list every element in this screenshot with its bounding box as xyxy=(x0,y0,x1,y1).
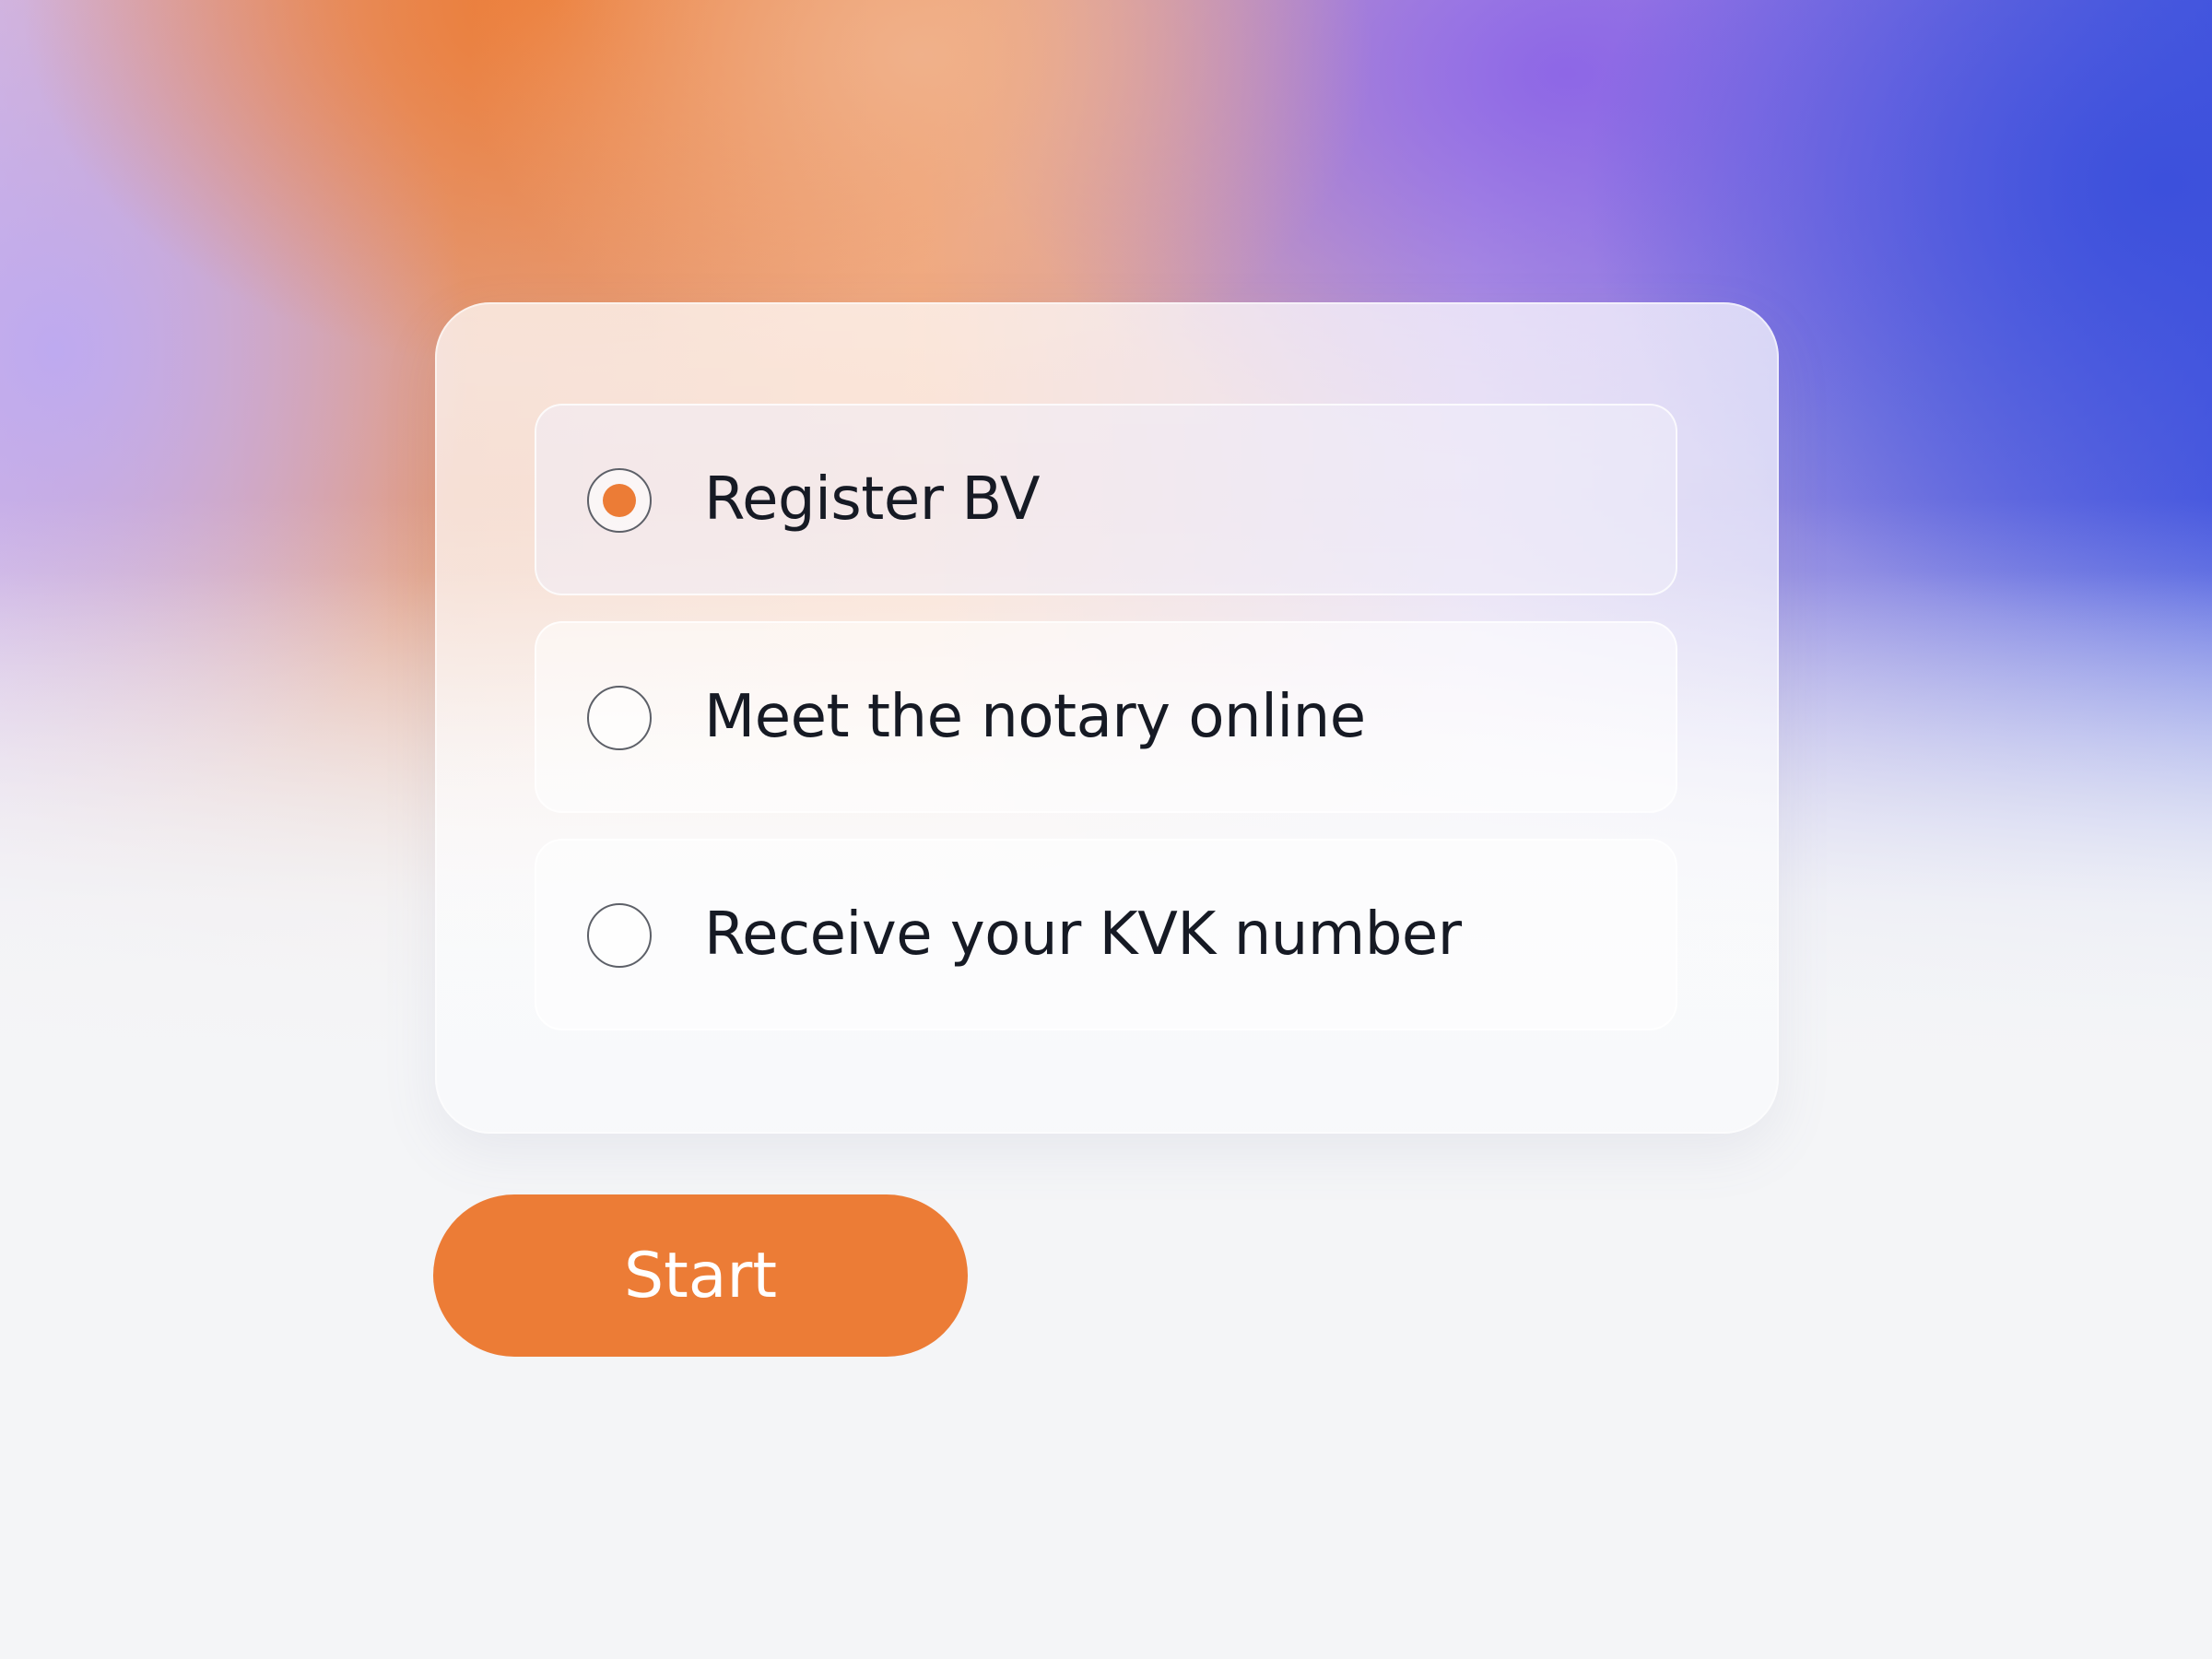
option-label: Register BV xyxy=(704,465,1041,534)
option-meet-notary-online[interactable]: Meet the notary online xyxy=(535,621,1677,813)
radio-dot xyxy=(603,484,636,517)
option-label: Receive your KVK number xyxy=(704,900,1462,969)
start-button[interactable]: Start xyxy=(433,1194,968,1357)
option-label: Meet the notary online xyxy=(704,683,1366,751)
radio-selected-icon[interactable] xyxy=(587,468,652,533)
options-card: Register BV Meet the notary online Recei… xyxy=(435,302,1779,1134)
option-receive-kvk-number[interactable]: Receive your KVK number xyxy=(535,839,1677,1030)
option-register-bv[interactable]: Register BV xyxy=(535,404,1677,595)
radio-unselected-icon[interactable] xyxy=(587,686,652,750)
start-button-label: Start xyxy=(623,1239,778,1312)
radio-unselected-icon[interactable] xyxy=(587,903,652,968)
